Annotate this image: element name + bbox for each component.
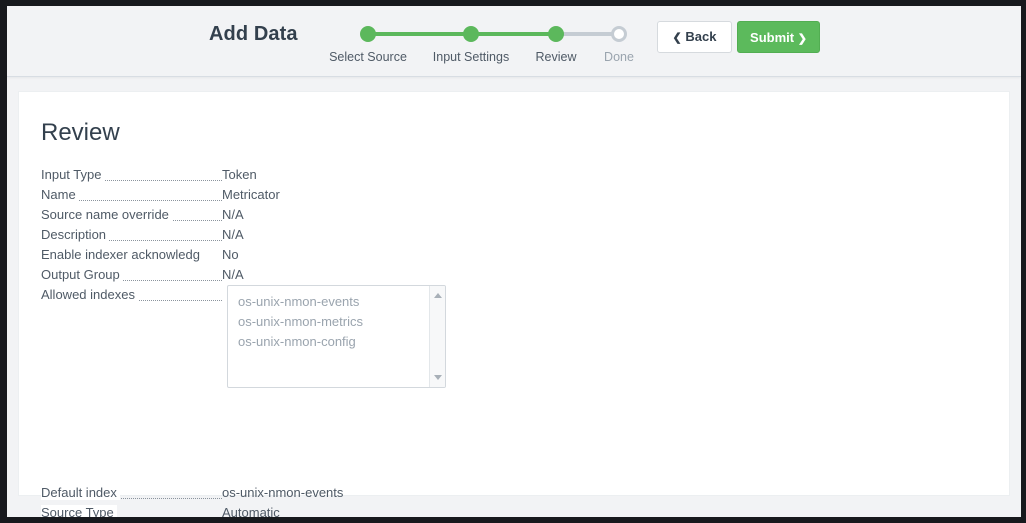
review-summary-list: Input Type Token Name Metricator Source na… [41,165,461,396]
listbox-scrollbar[interactable] [429,286,445,387]
stepper-dot-complete-icon [360,26,376,42]
list-item[interactable]: os-unix-nmon-config [228,332,428,352]
chevron-left-icon: ❮ [672,32,682,44]
review-row-label: Output Group [41,267,123,282]
review-row-label: Source Type [41,505,117,517]
review-row-label: Name [41,187,79,202]
review-row-label-wrap: Source Type [41,503,222,517]
review-row-name: Name Metricator [41,185,461,205]
allowed-indexes-list: os-unix-nmon-events os-unix-nmon-metrics… [228,292,428,352]
review-row-source-name-override: Source name override N/A [41,205,461,225]
review-row-label-wrap: Allowed indexes [41,285,222,305]
stepper-label: Done [604,50,634,64]
stepper-label: Select Source [329,50,407,64]
scroll-up-arrow-icon[interactable] [434,293,442,298]
review-summary-list-bottom: Default index os-unix-nmon-events Source … [41,483,461,517]
list-item[interactable]: os-unix-nmon-metrics [228,312,428,332]
list-item[interactable]: os-unix-nmon-events [228,292,428,312]
allowed-indexes-listbox[interactable]: os-unix-nmon-events os-unix-nmon-metrics… [227,285,446,388]
review-row-enable-indexer-acknowledgement: Enable indexer acknowledg No [41,245,461,265]
stepper-step-input-settings[interactable]: Input Settings [426,16,516,64]
wizard-stepper: Select Source Input Settings Review Done [317,16,637,71]
review-row-allowed-indexes: Allowed indexes os-unix-nmon-events os-u… [41,285,461,396]
review-row-label: Source name override [41,207,172,222]
review-row-source-type: Source Type Automatic [41,503,461,517]
review-row-default-index: Default index os-unix-nmon-events [41,483,461,503]
back-button[interactable]: ❮ Back [657,21,732,53]
review-row-label-wrap: Description [41,225,222,245]
review-row-value: Metricator [222,187,280,202]
review-heading: Review [41,119,120,146]
review-card: Review Input Type Token Name Metricator So… [18,91,1010,517]
review-row-label-wrap: Source name override [41,205,222,225]
stepper-label: Input Settings [432,50,510,64]
review-row-input-type: Input Type Token [41,165,461,185]
review-row-label: Default index [41,485,120,500]
review-row-value: Token [222,167,257,182]
review-row-output-group: Output Group N/A [41,265,461,285]
review-row-label: Enable indexer acknowledg [41,247,203,262]
stepper-dot-pending-icon [611,26,627,42]
review-row-label: Description [41,227,110,242]
browser-window-frame: Add Data Select Source Input Settings Re… [0,0,1026,523]
review-row-label-wrap: Enable indexer acknowledg [41,245,222,265]
review-row-label: Input Type [41,167,105,182]
review-row-label-wrap: Input Type [41,165,222,185]
stepper-step-select-source[interactable]: Select Source [323,16,413,64]
review-row-value: os-unix-nmon-events [222,485,344,500]
review-row-label-wrap: Name [41,185,222,205]
review-row-label: Allowed indexes [41,287,138,302]
submit-button-label: Submit [750,30,795,45]
review-row-label-wrap: Default index [41,483,222,503]
back-button-label: Back [685,29,717,44]
review-row-value: No [222,247,239,262]
review-row-description: Description N/A [41,225,461,245]
app-viewport: Add Data Select Source Input Settings Re… [7,6,1021,517]
stepper-step-done: Done [574,16,664,64]
review-row-label-wrap: Output Group [41,265,222,285]
review-row-value: N/A [222,207,244,222]
stepper-dot-complete-icon [463,26,479,42]
page-title: Add Data [209,23,298,45]
submit-button[interactable]: Submit ❯ [737,21,820,53]
page-header: Add Data Select Source Input Settings Re… [7,6,1021,77]
chevron-right-icon: ❯ [797,33,807,45]
review-row-value: N/A [222,227,244,242]
stepper-dot-current-icon [548,26,564,42]
review-row-value: Automatic [222,505,280,517]
scroll-down-arrow-icon[interactable] [434,375,442,380]
review-row-value: N/A [222,267,244,282]
